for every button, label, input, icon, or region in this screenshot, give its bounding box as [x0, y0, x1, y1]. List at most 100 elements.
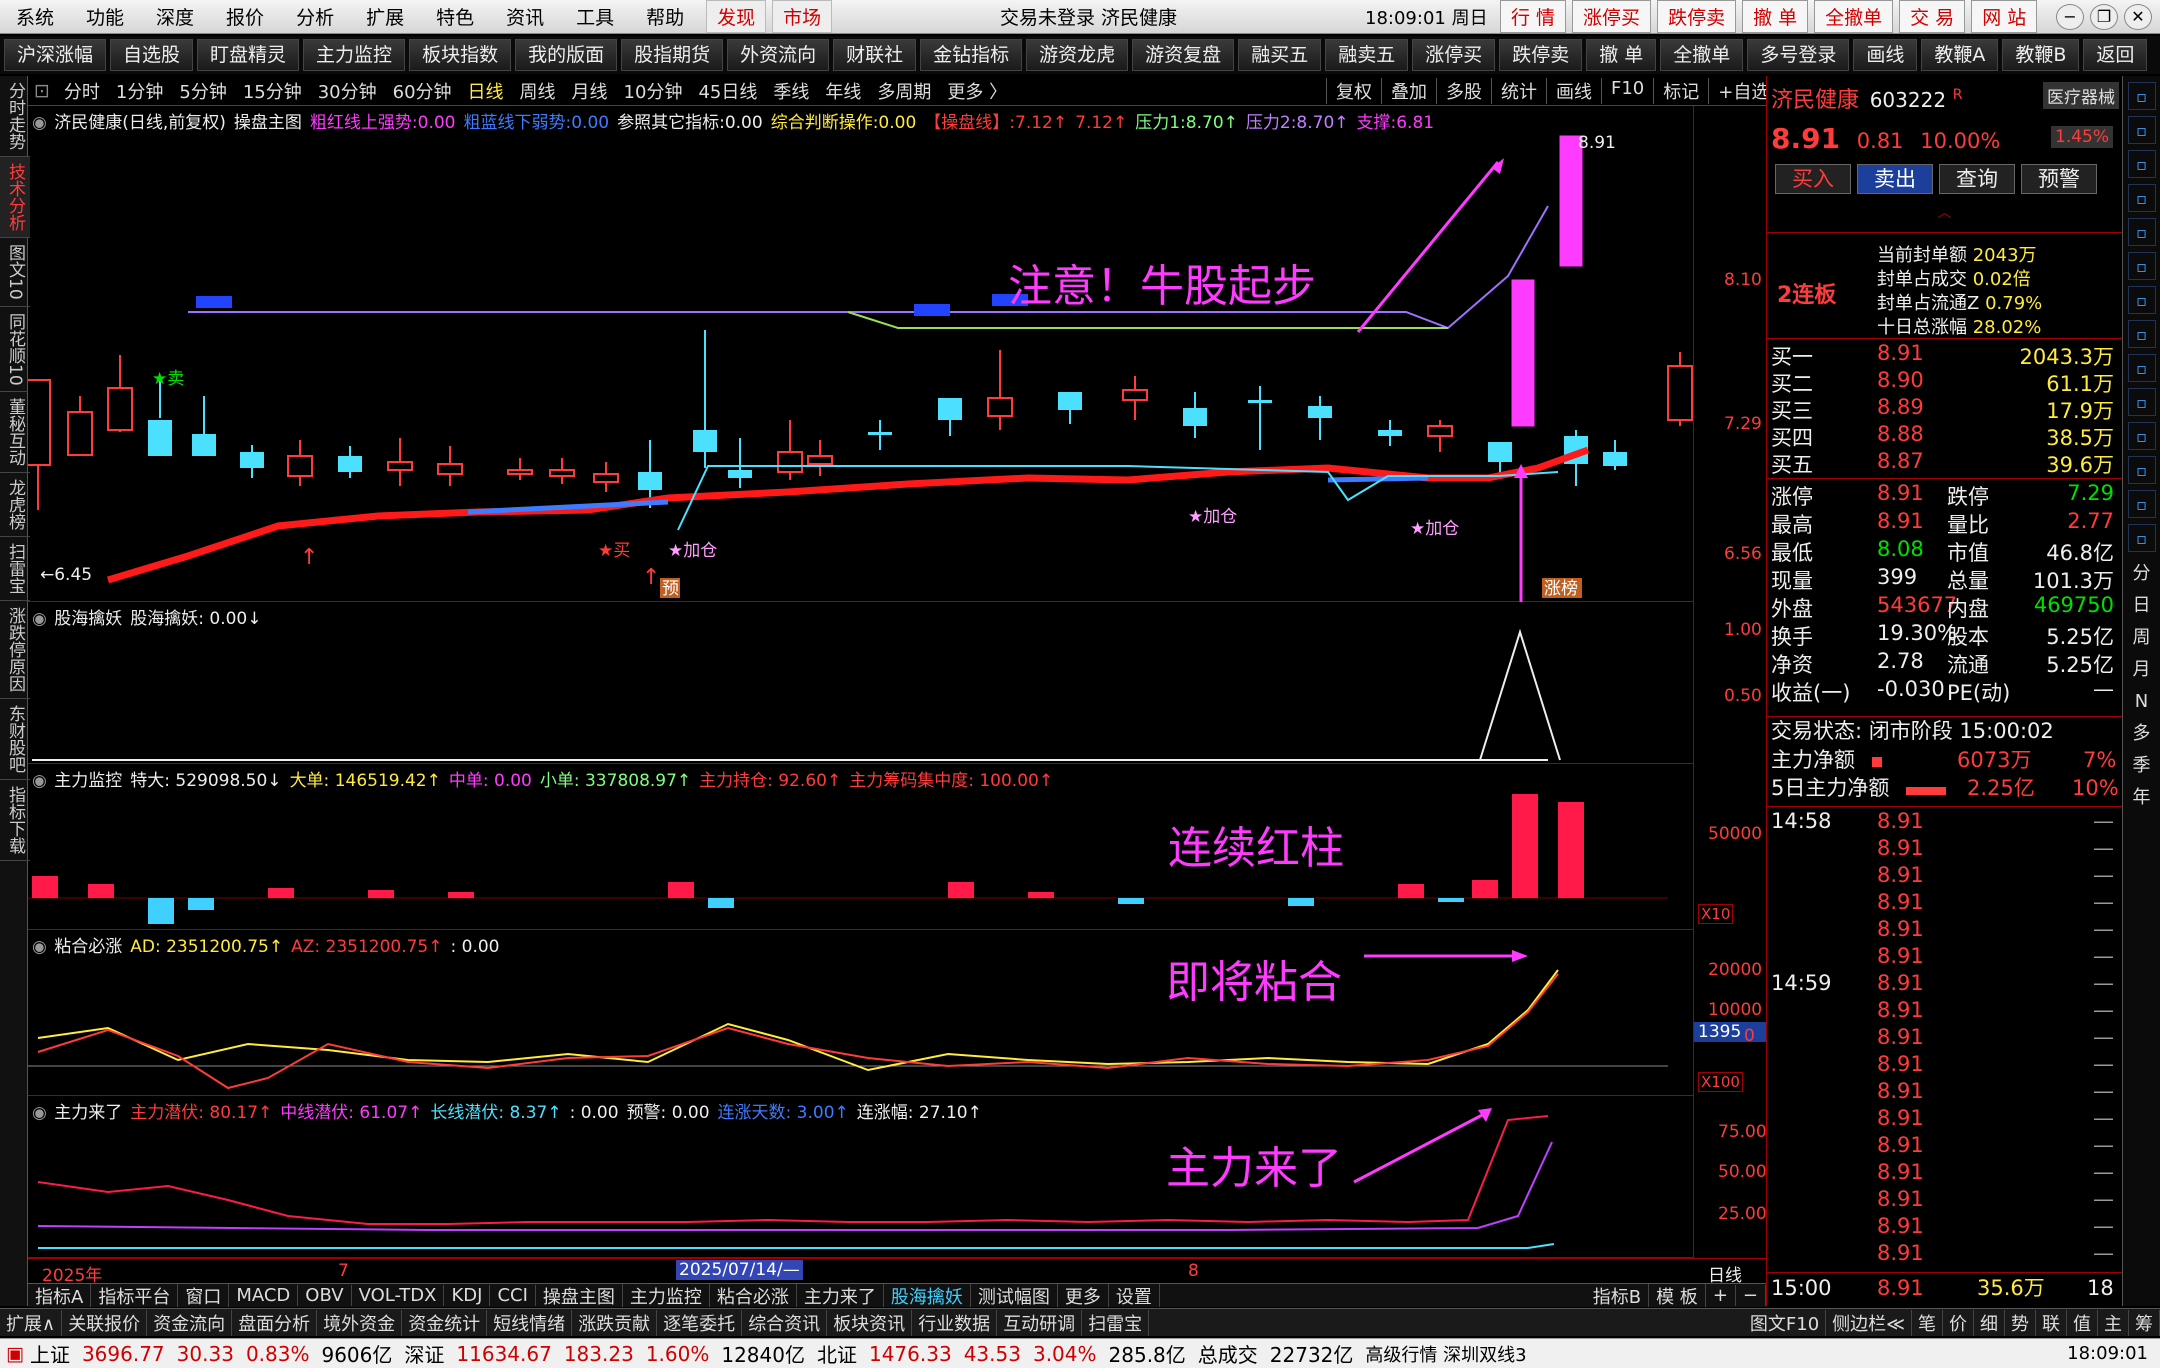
side-tool-icon[interactable]: ▫	[2127, 490, 2156, 518]
toolbar-button[interactable]: 我的版面	[515, 39, 618, 71]
side-tool-icon[interactable]: ▫	[2127, 456, 2156, 484]
indicator-tool[interactable]: +	[1706, 1285, 1736, 1306]
toolbar-button[interactable]: 撤 单	[1586, 39, 1657, 71]
indicator-tab[interactable]: 指标平台	[91, 1284, 179, 1307]
side-tab[interactable]: 分时走势	[0, 76, 30, 157]
chart-tool-button[interactable]: F10	[1601, 77, 1653, 104]
menu-item[interactable]: 特色	[420, 3, 490, 30]
toolbar-button[interactable]: 股指期货	[621, 39, 724, 71]
side-tab[interactable]: 东财股吧	[0, 699, 30, 781]
function-tab[interactable]: 涨跌贡献	[572, 1309, 658, 1336]
market-button[interactable]: 市场	[772, 0, 833, 33]
indicator-pane-guhai[interactable]: ◉ 股海擒妖 股海擒妖: 0.00↓	[28, 602, 1693, 764]
function-tab[interactable]: 图文F10	[1744, 1309, 1827, 1336]
toolbar-button[interactable]: 游资复盘	[1132, 39, 1235, 71]
indicator-tab[interactable]: 更多	[1058, 1284, 1109, 1307]
chart-tool-button[interactable]: 叠加	[1381, 77, 1436, 104]
function-tab[interactable]: 短线情绪	[487, 1309, 573, 1336]
restore-icon[interactable]: ❐	[2090, 3, 2118, 30]
side-tool-icon[interactable]: ▫	[2127, 184, 2156, 212]
period-shortcut[interactable]: 周	[2123, 622, 2160, 654]
indicator-tab[interactable]: MACD	[229, 1285, 299, 1306]
toolbar-button[interactable]: 教鞭B	[2002, 39, 2080, 71]
indicator-tool[interactable]: 指标B	[1586, 1284, 1650, 1307]
chart-tool-button[interactable]: 复权	[1326, 77, 1381, 104]
chart-tool-button[interactable]: 标记	[1653, 77, 1708, 104]
function-tab[interactable]: 细	[1974, 1309, 2005, 1336]
toolbar-button[interactable]: 板块指数	[409, 39, 512, 71]
function-tab[interactable]: 关联报价	[62, 1309, 148, 1336]
trade-button[interactable]: 交 易	[1899, 0, 1966, 33]
feed-label[interactable]: 高级行情 深圳双线3	[1359, 1341, 1532, 1367]
toolbar-button[interactable]: 外资流向	[727, 39, 830, 71]
side-tool-icon[interactable]: ▫	[2127, 388, 2156, 416]
toolbar-button[interactable]: 涨停买	[1412, 39, 1496, 71]
indicator-tab[interactable]: 主力来了	[797, 1284, 884, 1307]
indicator-tool[interactable]: −	[1736, 1285, 1766, 1306]
side-tab[interactable]: 图文10	[0, 238, 30, 307]
side-tool-icon[interactable]: ▫	[2127, 116, 2156, 144]
function-tab[interactable]: 行业数据	[912, 1309, 998, 1336]
period-tab[interactable]: 年线	[817, 82, 869, 103]
sector-tag[interactable]: 医疗器械	[2043, 82, 2119, 109]
side-tool-icon[interactable]: ▫	[2127, 218, 2156, 246]
period-shortcut[interactable]: N	[2123, 686, 2160, 718]
period-shortcut[interactable]: 月	[2123, 654, 2160, 686]
indicator-tab[interactable]: CCI	[490, 1285, 536, 1306]
indicator-tab[interactable]: KDJ	[444, 1285, 491, 1306]
side-tool-icon[interactable]: ▫	[2127, 252, 2156, 280]
sz-label[interactable]: 深证	[398, 1339, 450, 1368]
side-tool-icon[interactable]: ▫	[2127, 422, 2156, 450]
collapse-chevron-icon[interactable]: ︿	[1767, 202, 2122, 222]
indicator-tab[interactable]: 窗口	[178, 1284, 230, 1307]
main-kline-pane[interactable]: 8.91 ←6.45 ★卖 ★买 ★加仓 ★加仓 ★加仓预 涨榜 ↑ ↑ ◉ 济民健康(日线,前复…	[28, 106, 1693, 602]
chart-tool-button[interactable]: +自选	[1708, 77, 1766, 104]
function-tab[interactable]: 逐笔委托	[657, 1309, 743, 1336]
function-tab[interactable]: 境外资金	[317, 1309, 403, 1336]
period-tab[interactable]: 5分钟	[171, 82, 234, 103]
menu-item[interactable]: 报价	[210, 3, 280, 30]
side-tab[interactable]: 董秘互动	[0, 392, 30, 474]
website-button[interactable]: 网 站	[1971, 0, 2038, 33]
indicator-tab[interactable]: VOL-TDX	[352, 1285, 445, 1306]
side-tab[interactable]: 指标下载	[0, 780, 30, 862]
function-tab[interactable]: 联	[2036, 1309, 2067, 1336]
function-tab[interactable]: 综合资讯	[742, 1309, 828, 1336]
limit-down-sell-button[interactable]: 跌停卖	[1657, 0, 1737, 33]
collapse-icon[interactable]: ◉	[32, 113, 52, 133]
limit-up-buy-button[interactable]: 涨停买	[1572, 0, 1652, 33]
function-tab[interactable]: 筹	[2129, 1309, 2160, 1336]
function-tab[interactable]: 侧边栏≪	[1826, 1309, 1912, 1336]
toolbar-button[interactable]: 沪深涨幅	[4, 39, 107, 71]
toolbar-button[interactable]: 主力监控	[303, 39, 406, 71]
period-tab[interactable]: 10分钟	[616, 82, 691, 103]
side-tool-icon[interactable]: ▫	[2127, 354, 2156, 382]
period-tab[interactable]: 1分钟	[108, 82, 171, 103]
indicator-tab[interactable]: 设置	[1109, 1284, 1160, 1307]
toolbar-button[interactable]: 游资龙虎	[1026, 39, 1129, 71]
side-tab[interactable]: 涨跌停原因	[0, 601, 30, 700]
period-tab[interactable]: 15分钟	[235, 82, 310, 103]
collapse-icon[interactable]: ◉	[32, 937, 52, 957]
close-icon[interactable]: ✕	[2124, 3, 2152, 30]
period-tab[interactable]: 30分钟	[310, 82, 385, 103]
period-tab[interactable]: 45日线	[690, 82, 765, 103]
indicator-tab[interactable]: 粘合必涨	[710, 1284, 797, 1307]
side-tool-icon[interactable]: ▫	[2127, 524, 2156, 552]
buy-button[interactable]: 买入	[1775, 164, 1851, 194]
toolbar-button[interactable]: 全撤单	[1660, 39, 1744, 71]
side-tab[interactable]: 同花顺10	[0, 307, 30, 393]
function-tab[interactable]: 价	[1943, 1309, 1974, 1336]
side-tab[interactable]: 技术分析	[0, 157, 30, 238]
side-tool-icon[interactable]: ▫	[2127, 82, 2156, 110]
function-tab[interactable]: 资金统计	[402, 1309, 488, 1336]
menu-item[interactable]: 分析	[280, 3, 350, 30]
period-shortcut[interactable]: 年	[2123, 782, 2160, 814]
function-tab[interactable]: 势	[2005, 1309, 2036, 1336]
function-tab[interactable]: 板块资讯	[827, 1309, 913, 1336]
chart-tool-button[interactable]: 画线	[1546, 77, 1601, 104]
period-shortcut[interactable]: 分	[2123, 558, 2160, 590]
indicator-tool[interactable]: 模 板	[1649, 1284, 1706, 1307]
period-shortcut[interactable]: 季	[2123, 750, 2160, 782]
period-shortcut[interactable]: 日	[2123, 590, 2160, 622]
